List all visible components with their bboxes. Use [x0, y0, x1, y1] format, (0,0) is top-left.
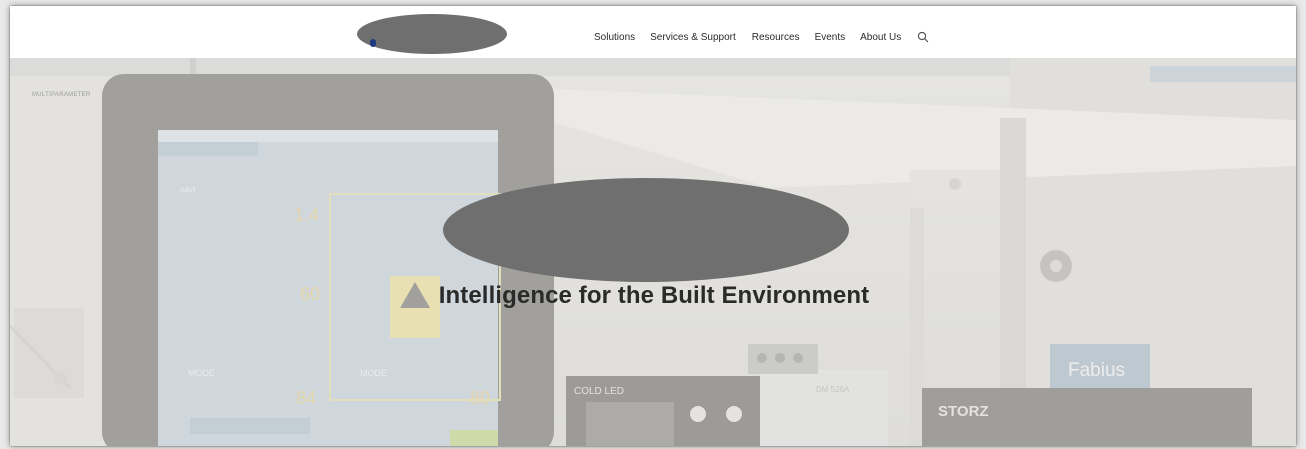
nav-about-us[interactable]: About Us: [860, 32, 901, 43]
site-header: Solutions Services & Support Resources E…: [10, 6, 1296, 58]
search-icon[interactable]: [917, 31, 929, 43]
main-nav: Solutions Services & Support Resources E…: [594, 31, 929, 43]
hero-section: 1.4 60 84 80 Adult MODE MODE COLD LED DM…: [10, 58, 1296, 446]
nav-resources[interactable]: Resources: [752, 32, 800, 43]
redacted-hero-logo: [443, 178, 849, 282]
hero-title: Intelligence for the Built Environment: [438, 282, 870, 309]
redacted-logo[interactable]: [357, 14, 507, 54]
browser-frame: Solutions Services & Support Resources E…: [10, 6, 1296, 446]
logo-mark: [370, 39, 376, 47]
nav-solutions[interactable]: Solutions: [594, 32, 635, 43]
monitor-bezel-label: MULTIPARAMETER: [32, 92, 91, 98]
nav-services-support[interactable]: Services & Support: [650, 32, 736, 43]
nav-events[interactable]: Events: [815, 32, 846, 43]
